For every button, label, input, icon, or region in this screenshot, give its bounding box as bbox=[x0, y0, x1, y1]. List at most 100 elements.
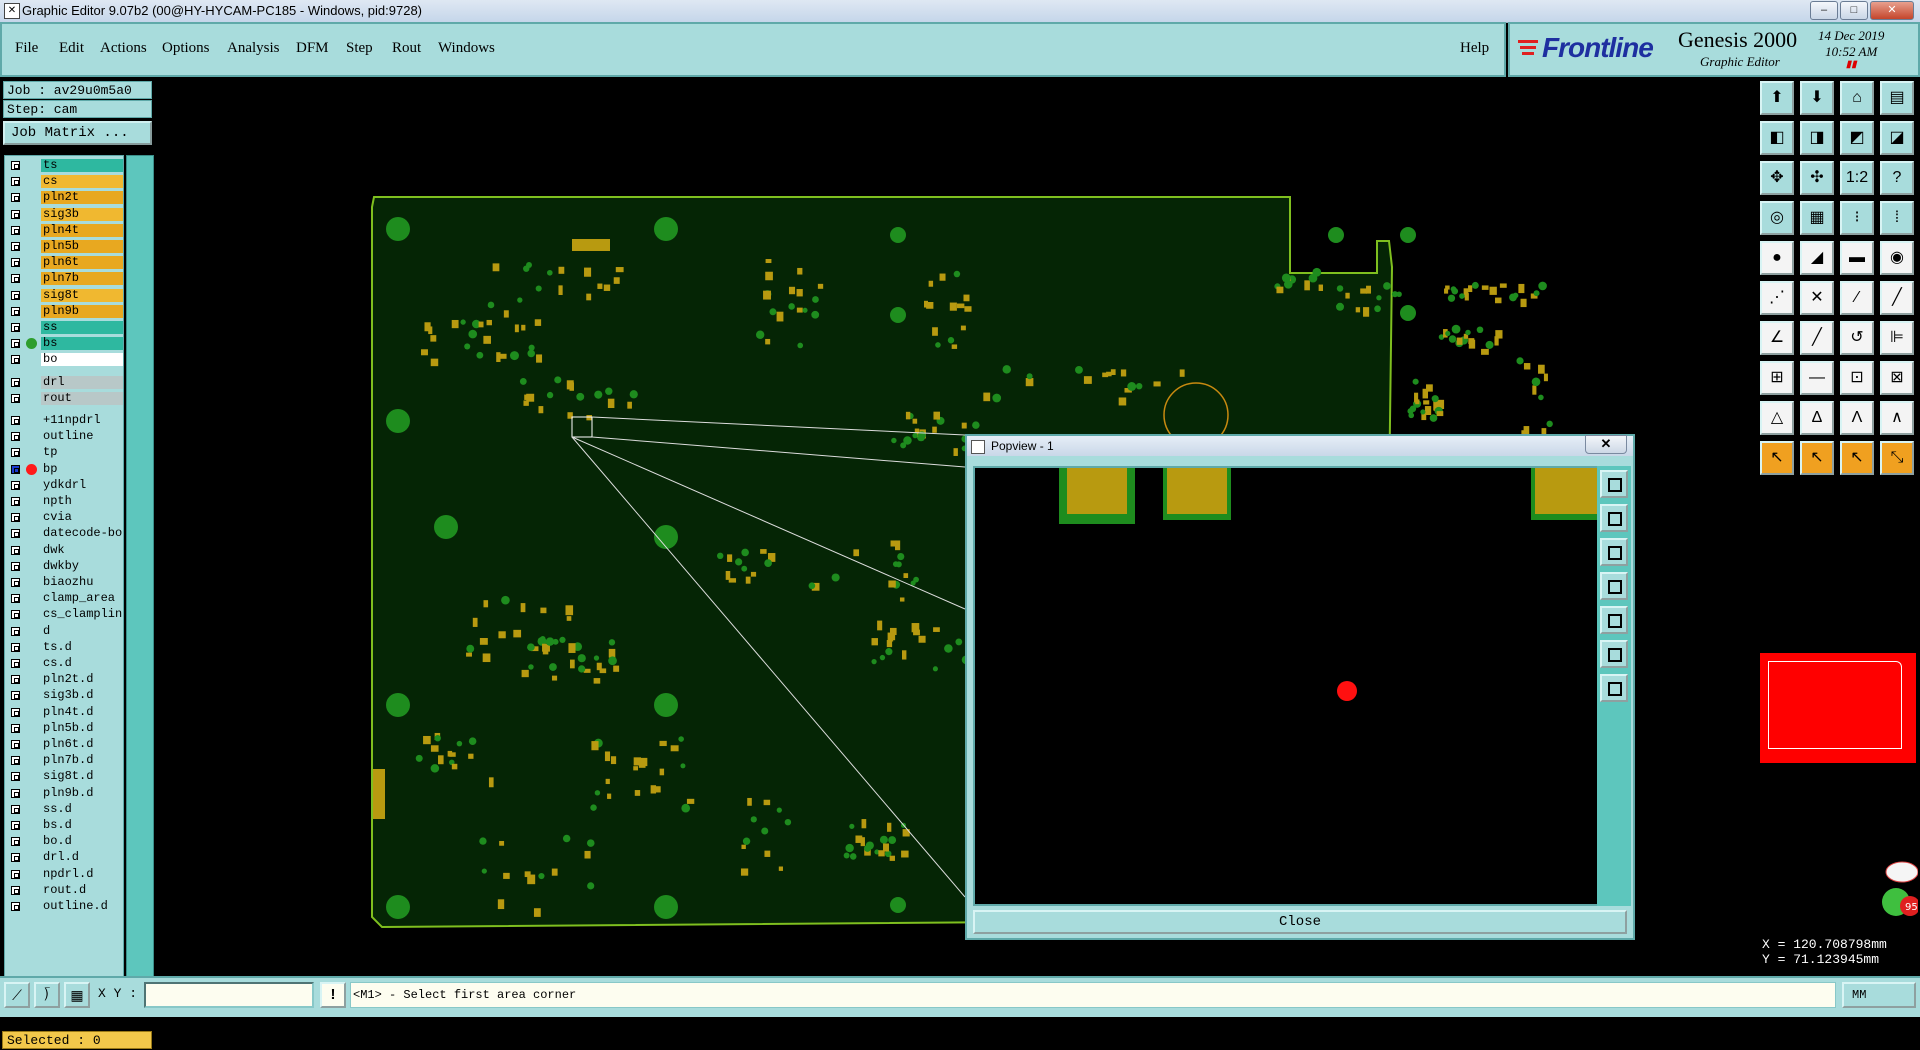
layer-checkbox[interactable] bbox=[11, 497, 20, 506]
layer-checkbox[interactable] bbox=[11, 480, 20, 490]
layer-row[interactable]: sig3b bbox=[5, 207, 123, 222]
tool-button-2-0[interactable]: ✥ bbox=[1760, 161, 1794, 195]
layer-checkbox[interactable] bbox=[11, 804, 20, 814]
layer-row[interactable]: sig8t bbox=[5, 288, 123, 303]
layer-checkbox[interactable] bbox=[11, 772, 20, 782]
layer-checkbox[interactable] bbox=[11, 659, 20, 668]
menu-rout[interactable]: Rout bbox=[392, 40, 421, 57]
menu-step[interactable]: Step bbox=[346, 40, 373, 57]
layer-row[interactable]: pln4t.d bbox=[5, 705, 123, 720]
layer-row[interactable]: pln7b.d bbox=[5, 753, 123, 768]
layer-checkbox[interactable] bbox=[11, 545, 20, 555]
tool-button-0-1[interactable]: ⬇ bbox=[1800, 81, 1834, 115]
layer-row[interactable]: pln2t bbox=[5, 190, 123, 205]
layer-checkbox[interactable] bbox=[11, 675, 20, 685]
tool-button-3-3[interactable]: ⁞ bbox=[1880, 201, 1914, 235]
layer-checkbox[interactable] bbox=[11, 756, 20, 766]
layer-row[interactable]: cs_clampline bbox=[5, 607, 123, 622]
tool-button-6-1[interactable]: ╱ bbox=[1800, 321, 1834, 355]
layer-checkbox[interactable] bbox=[11, 161, 20, 170]
layer-checkbox[interactable] bbox=[11, 837, 20, 847]
layer-checkbox[interactable] bbox=[11, 594, 20, 604]
layer-row[interactable]: pln5b bbox=[5, 239, 123, 254]
menu-options[interactable]: Options bbox=[162, 40, 210, 57]
layer-checkbox[interactable] bbox=[11, 610, 20, 620]
layer-checkbox[interactable] bbox=[11, 393, 20, 403]
layer-checkbox[interactable] bbox=[11, 788, 20, 798]
layer-row[interactable]: ss.d bbox=[5, 802, 123, 817]
menu-actions[interactable]: Actions bbox=[100, 40, 147, 57]
popview-zoom-in-button[interactable] bbox=[1600, 640, 1628, 668]
layer-checkbox[interactable] bbox=[11, 339, 20, 349]
layer-row[interactable]: dwkby bbox=[5, 559, 123, 574]
layer-row[interactable]: sig8t.d bbox=[5, 769, 123, 784]
layer-checkbox[interactable] bbox=[11, 448, 20, 458]
tool-button-9-2[interactable]: ↖ bbox=[1840, 441, 1874, 475]
layer-checkbox[interactable] bbox=[11, 626, 20, 636]
layer-checkbox[interactable] bbox=[11, 885, 20, 895]
layer-checkbox[interactable] bbox=[11, 707, 20, 717]
layer-row[interactable]: dwk bbox=[5, 543, 123, 558]
tool-button-6-3[interactable]: ⊫ bbox=[1880, 321, 1914, 355]
layer-checkbox[interactable] bbox=[11, 193, 20, 203]
tool-button-5-2[interactable]: ⁄ bbox=[1840, 281, 1874, 315]
popview-close-x-button[interactable]: ✕ bbox=[1585, 435, 1627, 454]
close-window-button[interactable]: ✕ bbox=[1870, 1, 1914, 20]
tool-button-1-1[interactable]: ◨ bbox=[1800, 121, 1834, 155]
layer-list-scrollbar[interactable] bbox=[126, 155, 154, 987]
tool-button-8-1[interactable]: Δ bbox=[1800, 401, 1834, 435]
layer-row[interactable]: pln7b bbox=[5, 271, 123, 286]
layer-row[interactable]: d bbox=[5, 624, 123, 639]
xy-input[interactable] bbox=[144, 982, 314, 1008]
layer-row[interactable]: npth bbox=[5, 494, 123, 509]
tool-button-8-2[interactable]: Λ bbox=[1840, 401, 1874, 435]
board-overview[interactable] bbox=[1760, 653, 1916, 763]
ad-badge-icon[interactable]: 95 bbox=[1874, 854, 1918, 928]
layer-row[interactable]: drl.d bbox=[5, 850, 123, 865]
tool-button-5-0[interactable]: ⋰ bbox=[1760, 281, 1794, 315]
layer-row[interactable]: ss bbox=[5, 320, 123, 335]
layer-checkbox[interactable] bbox=[11, 290, 20, 300]
tool-button-5-1[interactable]: ✕ bbox=[1800, 281, 1834, 315]
layer-checkbox[interactable] bbox=[11, 274, 20, 284]
tool-button-7-2[interactable]: ⊡ bbox=[1840, 361, 1874, 395]
layer-checkbox[interactable] bbox=[11, 902, 20, 911]
tool-button-9-3[interactable]: ⤡ bbox=[1880, 441, 1914, 475]
tool-button-2-2[interactable]: 1:2 bbox=[1840, 161, 1874, 195]
layer-row[interactable]: ydkdrl bbox=[5, 478, 123, 493]
layer-row[interactable]: cs.d bbox=[5, 656, 123, 671]
layer-checkbox[interactable] bbox=[11, 464, 20, 474]
grid-icon[interactable]: ▦ bbox=[64, 982, 90, 1008]
menu-dfm[interactable]: DFM bbox=[296, 40, 329, 57]
menu-windows[interactable]: Windows bbox=[438, 40, 495, 57]
snap-icon[interactable]: ⟋ bbox=[4, 982, 30, 1008]
layer-checkbox[interactable] bbox=[11, 529, 20, 539]
tool-button-3-0[interactable]: ◎ bbox=[1760, 201, 1794, 235]
layer-checkbox[interactable] bbox=[11, 578, 20, 587]
job-matrix-button[interactable]: Job Matrix ... bbox=[3, 121, 152, 145]
layer-row[interactable]: outline bbox=[5, 429, 123, 444]
layer-row[interactable]: rout bbox=[5, 391, 123, 406]
menu-edit[interactable]: Edit bbox=[59, 40, 84, 57]
tool-button-2-3[interactable]: ? bbox=[1880, 161, 1914, 195]
layer-row[interactable]: npdrl.d bbox=[5, 867, 123, 882]
tool-button-0-2[interactable]: ⌂ bbox=[1840, 81, 1874, 115]
layer-checkbox[interactable] bbox=[11, 642, 20, 652]
popview-pan-right-button[interactable] bbox=[1600, 606, 1628, 634]
layer-row[interactable]: bo bbox=[5, 352, 123, 367]
tool-button-4-2[interactable]: ▬ bbox=[1840, 241, 1874, 275]
minimize-button[interactable]: – bbox=[1810, 1, 1838, 20]
layer-checkbox[interactable] bbox=[11, 432, 20, 442]
measure-icon[interactable]: ⟌ bbox=[34, 982, 60, 1008]
tool-button-2-1[interactable]: ✣ bbox=[1800, 161, 1834, 195]
tool-button-7-1[interactable]: — bbox=[1800, 361, 1834, 395]
layer-checkbox[interactable] bbox=[11, 691, 20, 701]
popview-zoom-fit-button[interactable] bbox=[1600, 470, 1628, 498]
layer-checkbox[interactable] bbox=[11, 377, 20, 387]
tool-button-9-0[interactable]: ↖ bbox=[1760, 441, 1794, 475]
layer-row[interactable]: pln9b.d bbox=[5, 786, 123, 801]
layer-checkbox[interactable] bbox=[11, 225, 20, 235]
layer-row[interactable]: ts.d bbox=[5, 640, 123, 655]
layer-row[interactable]: clamp_area bbox=[5, 591, 123, 606]
layer-checkbox[interactable] bbox=[11, 242, 20, 251]
